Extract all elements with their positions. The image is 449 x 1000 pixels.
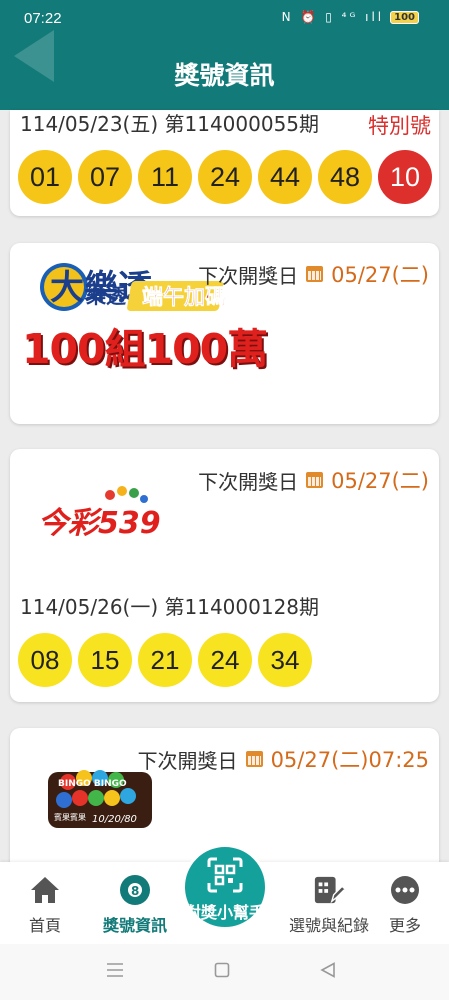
daily-cash-logo: 今彩539 bbox=[38, 486, 161, 541]
next-draw-date: 05/27(二)07:25 bbox=[270, 748, 429, 772]
number-ball: 44 bbox=[258, 150, 312, 204]
nav-home-label: 首頁 bbox=[28, 916, 61, 935]
app-header: 07:22 N ⏰ ▯ ⁴ᴳ ıll 100 獎號資訊 bbox=[0, 0, 449, 110]
home-icon bbox=[29, 874, 61, 906]
bingo-logo: BINGO BINGO 賓果賓果 10/20/80 bbox=[48, 770, 152, 828]
prize-checker-button[interactable]: 對獎小幫手 bbox=[182, 844, 268, 930]
svg-text:8: 8 bbox=[131, 884, 139, 898]
number-ball: 24 bbox=[198, 633, 252, 687]
winning-numbers: 08 15 21 24 34 bbox=[18, 633, 312, 687]
special-number-ball: 10 bbox=[378, 150, 432, 204]
lottery-ball-icon: 8 bbox=[119, 874, 151, 906]
draw-period: 114/05/23(五) 第114000055期 bbox=[20, 112, 320, 136]
next-draw-date: 05/27(二) bbox=[331, 263, 429, 287]
logo-subtext: 賓果賓果 bbox=[54, 812, 86, 822]
winning-numbers: 01 07 11 24 44 48 10 bbox=[18, 150, 432, 204]
nav-home[interactable]: 首頁 bbox=[0, 862, 90, 944]
number-ball: 08 bbox=[18, 633, 72, 687]
status-icons-text: N ⏰ ▯ ⁴ᴳ ıll bbox=[281, 10, 385, 24]
nav-more-label: 更多 bbox=[388, 916, 421, 935]
recents-menu-icon[interactable] bbox=[106, 962, 124, 978]
logo-text: BINGO BINGO bbox=[58, 779, 127, 789]
edit-notes-icon bbox=[313, 874, 345, 906]
logo-text: 今彩539 bbox=[38, 506, 161, 541]
number-ball: 21 bbox=[138, 633, 192, 687]
lotto649-result-card[interactable]: 114/05/23(五) 第114000055期 特別號 01 07 11 24… bbox=[10, 110, 439, 216]
calendar-icon bbox=[245, 751, 263, 767]
number-ball: 15 bbox=[78, 633, 132, 687]
system-nav-bar bbox=[0, 944, 449, 1000]
number-ball: 07 bbox=[78, 150, 132, 204]
status-icons: N ⏰ ▯ ⁴ᴳ ıll 100 bbox=[282, 10, 419, 24]
battery-icon: 100 bbox=[390, 10, 419, 24]
daily-cash-card[interactable]: 下次開獎日 05/27(二) 今彩539 114/05/26(一) 第11400… bbox=[10, 449, 439, 702]
status-bar: 07:22 N ⏰ ▯ ⁴ᴳ ıll 100 bbox=[0, 0, 449, 38]
page-title: 獎號資訊 bbox=[174, 61, 275, 90]
home-square-icon[interactable] bbox=[214, 962, 230, 978]
draw-period: 114/05/26(一) 第114000128期 bbox=[20, 595, 320, 619]
number-ball: 48 bbox=[318, 150, 372, 204]
nav-picks-label: 選號與紀錄 bbox=[288, 916, 369, 935]
next-draw-date: 05/27(二) bbox=[331, 469, 429, 493]
nav-draw-info[interactable]: 8 獎號資訊 bbox=[90, 862, 180, 944]
nav-more[interactable]: 更多 bbox=[360, 862, 449, 944]
next-draw: 下次開獎日 05/27(二) bbox=[198, 465, 429, 495]
special-number-label: 特別號 bbox=[368, 114, 431, 138]
number-ball: 34 bbox=[258, 633, 312, 687]
prize-checker-label: 對獎小幫手 bbox=[184, 903, 265, 922]
superlotto-card[interactable]: 大樂透 樂透 端午加碼 100組100萬 下次開獎日 05/27(二) bbox=[10, 243, 439, 424]
logo-numbers: 10/20/80 bbox=[92, 814, 137, 825]
qr-scan-icon bbox=[207, 857, 243, 897]
more-icon bbox=[389, 874, 421, 906]
next-draw: 下次開獎日 05/27(二)07:25 bbox=[138, 744, 429, 774]
svg-text:樂透: 樂透 bbox=[86, 284, 127, 308]
next-draw-label: 下次開獎日 bbox=[198, 263, 299, 288]
calendar-icon bbox=[306, 266, 324, 282]
nav-draw-info-label: 獎號資訊 bbox=[102, 916, 167, 935]
next-draw-label: 下次開獎日 bbox=[198, 469, 299, 494]
number-ball: 01 bbox=[18, 150, 72, 204]
number-ball: 24 bbox=[198, 150, 252, 204]
promo-banner: 100組100萬 bbox=[22, 325, 268, 373]
calendar-icon bbox=[306, 472, 324, 488]
back-triangle-icon[interactable] bbox=[320, 962, 336, 978]
status-time: 07:22 bbox=[24, 10, 62, 27]
next-draw: 下次開獎日 05/27(二) bbox=[198, 259, 429, 289]
number-ball: 11 bbox=[138, 150, 192, 204]
